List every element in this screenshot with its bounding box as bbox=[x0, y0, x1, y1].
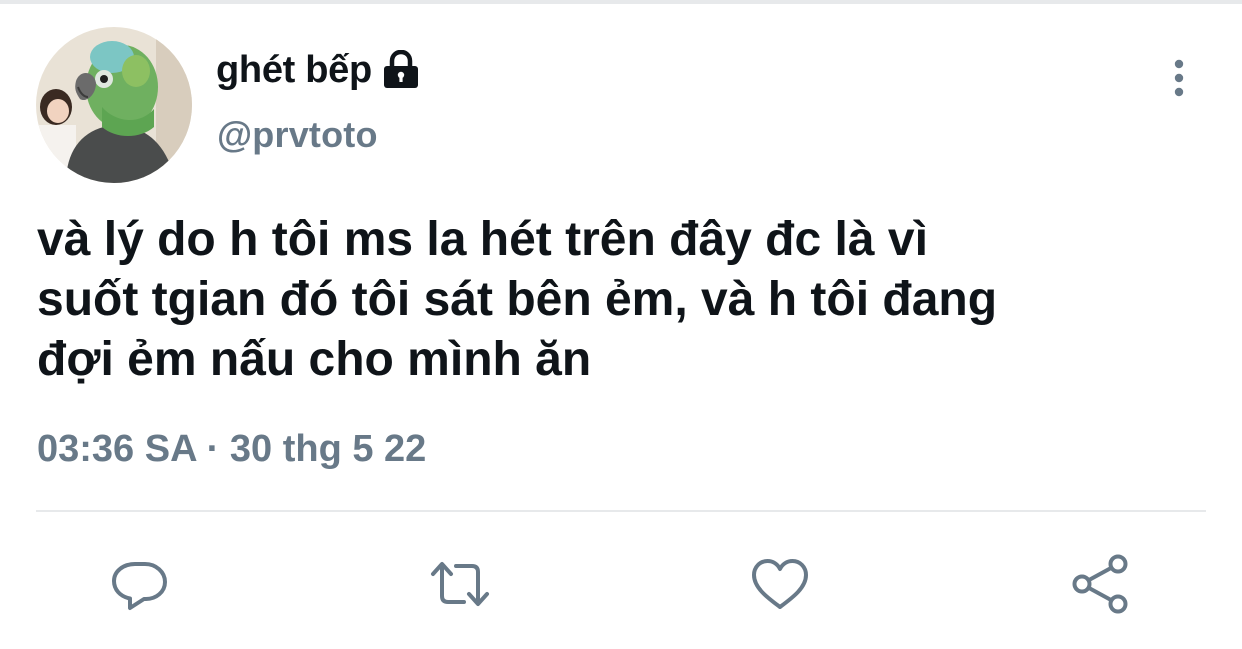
user-handle[interactable]: @prvtoto bbox=[217, 114, 378, 156]
share-button[interactable] bbox=[1068, 552, 1132, 616]
reply-bubble-icon bbox=[112, 562, 167, 610]
tweet-card: ghét bếp @prvtoto và lý do h tôi ms la h… bbox=[0, 0, 1242, 649]
heart-icon bbox=[752, 559, 808, 609]
retweet-button[interactable] bbox=[428, 552, 492, 616]
share-icon bbox=[1072, 554, 1128, 614]
tweet-timestamp[interactable]: 03:36 SA · 30 thg 5 22 bbox=[37, 428, 426, 471]
tweet-text: và lý do h tôi ms la hét trên đây đc là … bbox=[37, 213, 998, 386]
top-border bbox=[0, 0, 1242, 4]
lock-icon bbox=[382, 49, 420, 90]
divider bbox=[36, 510, 1206, 512]
avatar[interactable] bbox=[36, 27, 192, 183]
like-button[interactable] bbox=[748, 552, 812, 616]
avatar-image bbox=[36, 27, 192, 183]
more-vertical-icon[interactable] bbox=[1164, 56, 1194, 100]
reply-button[interactable] bbox=[108, 552, 172, 616]
display-name-row: ghét bếp bbox=[216, 44, 420, 96]
retweet-arrows-icon bbox=[431, 562, 489, 606]
display-name[interactable]: ghét bếp bbox=[216, 49, 372, 92]
